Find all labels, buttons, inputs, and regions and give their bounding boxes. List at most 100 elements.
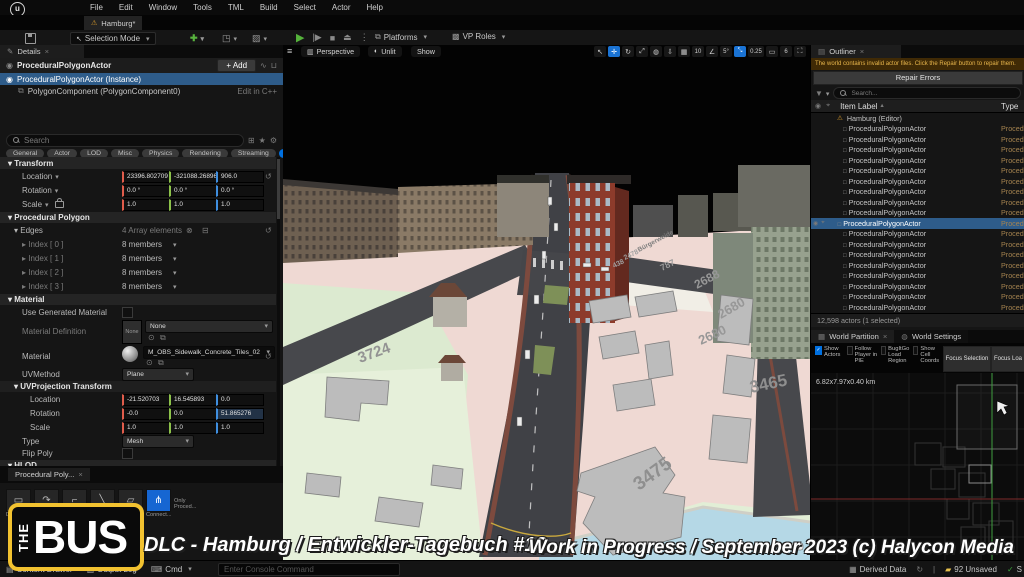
cmd-dropdown[interactable]: ⌨Cmd▾ xyxy=(151,565,192,574)
location-y[interactable]: -321088.268966 xyxy=(169,171,217,183)
camera-speed-icon[interactable]: ▭ xyxy=(766,46,778,57)
component-row[interactable]: ⧉ PolygonComponent (PolygonComponent0) E… xyxy=(0,85,283,97)
angle-snap-value[interactable]: 5° xyxy=(720,46,732,57)
use-asset-icon[interactable]: ⊙ xyxy=(146,358,153,367)
play-options-kebab[interactable]: ⋮ xyxy=(360,32,369,43)
material-definition-thumb[interactable]: None xyxy=(122,320,142,344)
close-icon[interactable]: × xyxy=(883,332,887,341)
eject-button[interactable]: ⏏ xyxy=(343,32,352,43)
menu-select[interactable]: Select xyxy=(294,3,316,12)
uv-scale-y[interactable]: 1.0 xyxy=(169,422,217,434)
play-button[interactable]: ▶ xyxy=(296,31,304,44)
index-0-label[interactable]: ▸ Index [ 0 ] xyxy=(22,240,63,249)
tool-connect[interactable]: ⋔ xyxy=(146,489,171,512)
grid-snap-value[interactable]: 10 xyxy=(692,46,704,57)
vp-roles-dropdown[interactable]: ▩ VP Roles ▾ xyxy=(452,32,505,41)
rotation-x[interactable]: 0.0 ° xyxy=(122,185,170,197)
scale-snap-value[interactable]: 0.25 xyxy=(748,46,764,57)
details-scrollbar[interactable] xyxy=(277,157,280,511)
cinematics-icon[interactable]: ▨▾ xyxy=(252,33,267,44)
uv-scale-z[interactable]: 1.0 xyxy=(216,422,264,434)
viewport[interactable]: 3724346534752688268026807872478438Bürger… xyxy=(283,45,810,560)
world-partition-minimap[interactable]: 6.82x7.97x0.40 km xyxy=(811,373,1024,560)
outliner-row[interactable]: ◉⌖□ ProceduralPolygonActorProcedural xyxy=(811,218,1024,229)
outliner-row[interactable]: □ ProceduralPolygonActorProcedural xyxy=(811,229,1024,240)
viewport-menu-icon[interactable]: ≡ xyxy=(287,46,292,56)
outliner-root-row[interactable]: ⚠ Hamburg (Editor) xyxy=(811,113,1024,124)
close-icon[interactable]: × xyxy=(45,47,49,56)
surface-snap-icon[interactable]: ⇩ xyxy=(664,46,676,57)
outliner-search-input[interactable]: Search... xyxy=(833,87,1021,99)
browse-asset-icon[interactable]: ⧉ xyxy=(160,333,166,343)
check-cell-coords[interactable]: Show Cell Coords xyxy=(913,346,943,364)
edges-label[interactable]: ▾ Edges xyxy=(14,226,43,235)
use-asset-icon[interactable]: ⊙ xyxy=(148,333,155,342)
material-thumbnail[interactable] xyxy=(122,346,138,362)
uv-location-y[interactable]: 16.545893 xyxy=(169,394,217,406)
uv-rotation-y[interactable]: 0.0 xyxy=(169,408,217,420)
eye-icon[interactable]: ◉ xyxy=(813,220,818,227)
uv-rotation-z[interactable]: 51.865276 xyxy=(216,408,264,420)
console-input[interactable]: Enter Console Command xyxy=(218,563,400,576)
outliner-row[interactable]: □ ProceduralPolygonActorProcedural xyxy=(811,166,1024,177)
perspective-dropdown[interactable]: ▥ Perspective xyxy=(301,46,360,57)
menu-help[interactable]: Help xyxy=(367,3,383,12)
outliner-row[interactable]: □ ProceduralPolygonActorProcedural xyxy=(811,239,1024,250)
reset-icon[interactable]: ↺ xyxy=(265,172,272,181)
clear-array-icon[interactable]: ⊗ xyxy=(186,226,193,235)
platforms-dropdown[interactable]: ⧉ Platforms ▾ xyxy=(375,32,427,42)
type-dropdown[interactable]: Mesh▾ xyxy=(122,435,194,448)
derived-data-button[interactable]: ▦Derived Data xyxy=(849,565,906,574)
source-control-button[interactable]: ✓S xyxy=(1007,565,1022,574)
grid-view-icon[interactable]: ⊞ xyxy=(248,136,255,145)
outliner-row[interactable]: □ ProceduralPolygonActorProcedural xyxy=(811,124,1024,135)
menu-file[interactable]: File xyxy=(90,3,103,12)
outliner-row[interactable]: □ ProceduralPolygonActorProcedural xyxy=(811,260,1024,271)
instance-row[interactable]: ◉ ProceduralPolygonActor (Instance) xyxy=(0,73,283,85)
scale-z[interactable]: 1.0 xyxy=(216,199,264,211)
viewport-canvas[interactable]: 3724346534752688268026807872478438Bürger… xyxy=(283,45,810,560)
index-1-label[interactable]: ▸ Index [ 1 ] xyxy=(22,254,63,263)
blueprints-icon[interactable]: ◳▾ xyxy=(222,33,237,44)
outliner-row[interactable]: □ ProceduralPolygonActorProcedural xyxy=(811,281,1024,292)
outliner-row[interactable]: □ ProceduralPolygonActorProcedural xyxy=(811,271,1024,282)
reset-icon[interactable]: ↺ xyxy=(265,352,272,361)
grid-snap-icon[interactable]: ▦ xyxy=(678,46,690,57)
location-z[interactable]: 906.0 xyxy=(216,171,264,183)
outliner-row[interactable]: □ ProceduralPolygonActorProcedural xyxy=(811,250,1024,261)
check-bugitgo[interactable]: BugItGo Load Region xyxy=(881,346,913,364)
browse-asset-icon[interactable]: ⧉ xyxy=(158,358,164,368)
rotation-y[interactable]: 0.0 ° xyxy=(169,185,217,197)
scale-x[interactable]: 1.0 xyxy=(122,199,170,211)
outliner-filter-icon[interactable]: ▼▾ xyxy=(815,89,829,98)
use-generated-material-checkbox[interactable] xyxy=(122,307,133,318)
revision-control-icon[interactable]: ↻ xyxy=(916,565,923,574)
outliner-row[interactable]: □ ProceduralPolygonActorProcedural xyxy=(811,292,1024,303)
location-x[interactable]: 23396.802709 xyxy=(122,171,170,183)
outliner-row[interactable]: □ ProceduralPolygonActorProcedural xyxy=(811,134,1024,145)
pin-icon[interactable]: ⌖ xyxy=(821,220,824,227)
angle-snap-icon[interactable]: ∠ xyxy=(706,46,718,57)
section-material[interactable]: ▾ Material xyxy=(0,294,276,305)
details-search-input[interactable]: Search xyxy=(6,134,244,147)
camera-speed-value[interactable]: 6 xyxy=(780,46,792,57)
outliner-row[interactable]: □ ProceduralPolygonActorProcedural xyxy=(811,313,1024,314)
reset-icon[interactable]: ↺ xyxy=(265,226,272,235)
outliner-row[interactable]: □ ProceduralPolygonActorProcedural xyxy=(811,155,1024,166)
uv-location-x[interactable]: -21.520703 xyxy=(122,394,170,406)
outliner-row[interactable]: □ ProceduralPolygonActorProcedural xyxy=(811,302,1024,313)
procedural-poly-tab[interactable]: Procedural Poly... × xyxy=(8,468,90,481)
uv-location-z[interactable]: 0.0 xyxy=(216,394,264,406)
menu-tools[interactable]: Tools xyxy=(193,3,212,12)
menu-tml[interactable]: TML xyxy=(228,3,244,12)
add-actor-icon[interactable]: ✚▾ xyxy=(190,33,204,44)
uv-scale-x[interactable]: 1.0 xyxy=(122,422,170,434)
menu-window[interactable]: Window xyxy=(149,3,177,12)
type-column[interactable]: Type xyxy=(1001,102,1018,111)
check-follow-player[interactable]: Follow Player in PIE xyxy=(847,346,881,364)
flip-poly-checkbox[interactable] xyxy=(122,448,133,459)
uv-rotation-x[interactable]: -0.0 xyxy=(122,408,170,420)
menu-build[interactable]: Build xyxy=(260,3,278,12)
world-partition-tab[interactable]: ▦ World Partition × xyxy=(811,330,894,343)
focus-load-button[interactable]: Focus Loa xyxy=(991,346,1024,372)
